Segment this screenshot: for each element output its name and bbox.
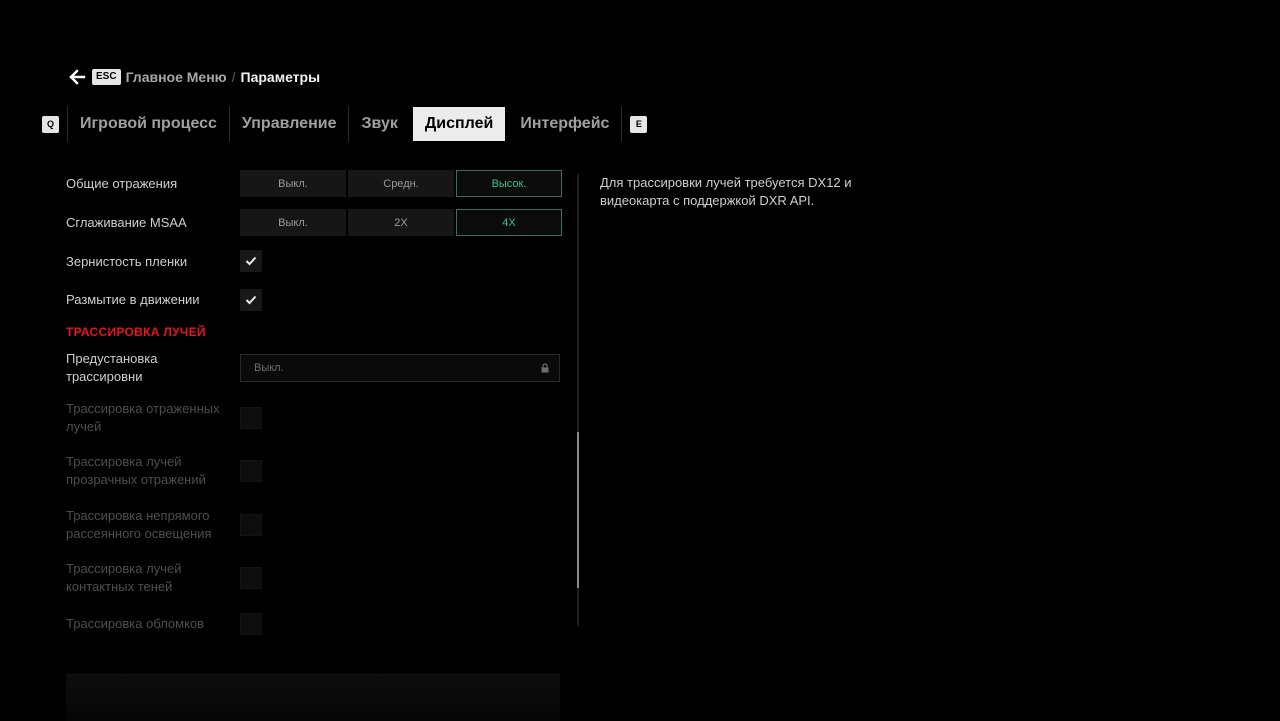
breadcrumb-main-menu[interactable]: Главное Меню — [126, 69, 227, 85]
rt-reflections-checkbox[interactable] — [240, 407, 262, 429]
rt-transparent-label: Трассировка лучей прозрачных отражений — [66, 453, 206, 489]
tab-controls[interactable]: Управление — [230, 107, 349, 141]
reflections-option-medium[interactable]: Средн. — [348, 170, 454, 197]
tab-interface[interactable]: Интерфейс — [508, 107, 621, 141]
rt-reflections-label-line1: Трассировка отраженных — [66, 401, 220, 416]
back-arrow-icon[interactable] — [68, 68, 86, 86]
rt-preset-value: Выкл. — [254, 362, 284, 374]
rt-contact-shadows-label: Трассировка лучей контактных теней — [66, 560, 181, 596]
msaa-option-off[interactable]: Выкл. — [240, 209, 346, 236]
rt-gi-label-line1: Трассировка непрямого — [66, 508, 210, 523]
film-grain-checkbox[interactable] — [240, 250, 262, 272]
rt-debris-checkbox[interactable] — [240, 613, 262, 635]
msaa-selector: Выкл. 2X 4X — [240, 209, 564, 236]
rt-transparent-label-line1: Трассировка лучей — [66, 454, 182, 469]
tab-gameplay[interactable]: Игровой процесс — [68, 107, 229, 141]
reflections-label: Общие отражения — [66, 176, 178, 191]
settings-tabs: Q Игровой процесс Управление Звук Диспле… — [42, 106, 648, 142]
prev-tab-key-hint[interactable]: Q — [42, 115, 59, 133]
rt-transparent-checkbox[interactable] — [240, 460, 262, 482]
setting-description: Для трассировки лучей требуется DX12 и в… — [600, 174, 890, 210]
description-line2: видеокарта с поддержкой DXR API. — [600, 193, 815, 208]
motion-blur-label: Размытие в движении — [66, 292, 200, 307]
raytracing-section-title: ТРАССИРОВКА ЛУЧЕЙ — [66, 325, 206, 339]
breadcrumb: ESC Главное Меню / Параметры — [68, 68, 320, 86]
rt-contact-shadows-checkbox[interactable] — [240, 567, 262, 589]
reflections-option-high[interactable]: Высок. — [456, 170, 562, 197]
lock-icon — [541, 363, 549, 373]
scrollbar-thumb[interactable] — [577, 432, 579, 588]
reflections-selector: Выкл. Средн. Высок. — [240, 170, 564, 197]
next-tab-key-hint[interactable]: E — [630, 115, 648, 133]
rt-preset-dropdown[interactable]: Выкл. — [240, 354, 560, 382]
rt-reflections-label-line2: лучей — [66, 419, 102, 434]
rt-gi-checkbox[interactable] — [240, 514, 262, 536]
rt-preset-label-line2: трассировни — [66, 369, 143, 384]
tab-divider — [621, 106, 623, 142]
reflections-option-off[interactable]: Выкл. — [240, 170, 346, 197]
rt-contact-shadows-label-line2: контактных теней — [66, 579, 173, 594]
breadcrumb-separator: / — [231, 69, 236, 85]
rt-debris-label: Трассировка обломков — [66, 616, 205, 631]
rt-gi-label-line2: рассеянного освещения — [66, 526, 212, 541]
msaa-option-4x[interactable]: 4X — [456, 209, 562, 236]
rt-gi-label: Трассировка непрямого рассеянного освеще… — [66, 507, 212, 543]
msaa-label: Сглаживание MSAA — [66, 215, 187, 230]
film-grain-label: Зернистость пленки — [66, 254, 188, 269]
motion-blur-checkbox[interactable] — [240, 289, 262, 311]
tab-display[interactable]: Дисплей — [412, 107, 506, 141]
esc-key-hint[interactable]: ESC — [92, 69, 121, 85]
breadcrumb-current: Параметры — [240, 69, 321, 85]
checkmark-icon — [245, 256, 257, 266]
rt-reflections-label: Трассировка отраженных лучей — [66, 400, 220, 436]
settings-scrollbar[interactable] — [577, 174, 579, 626]
checkmark-icon — [245, 295, 257, 305]
description-line1: Для трассировки лучей требуется DX12 и — [600, 175, 852, 190]
rt-transparent-label-line2: прозрачных отражений — [66, 472, 206, 487]
footer-panel — [66, 674, 560, 721]
rt-preset-label: Предустановка трассировни — [66, 350, 158, 386]
rt-contact-shadows-label-line1: Трассировка лучей — [66, 561, 182, 576]
msaa-option-2x[interactable]: 2X — [348, 209, 454, 236]
tab-sound[interactable]: Звук — [349, 107, 409, 141]
rt-preset-label-line1: Предустановка — [66, 351, 158, 366]
